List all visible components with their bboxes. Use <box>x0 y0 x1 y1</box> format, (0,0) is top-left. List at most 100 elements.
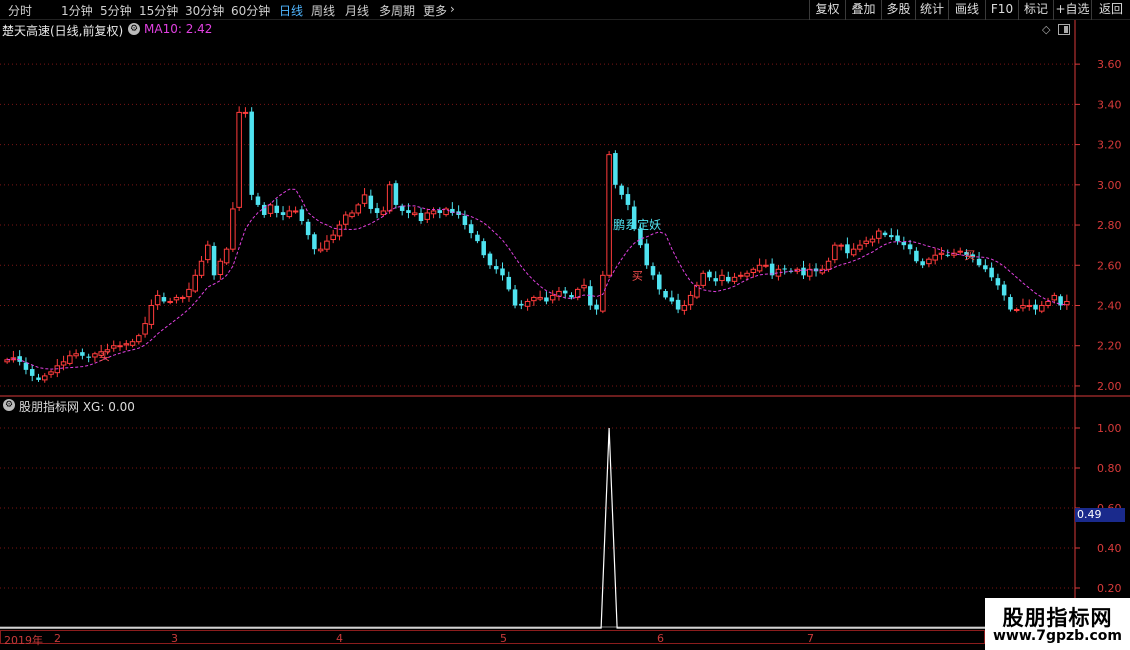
candle-up <box>1045 300 1051 306</box>
candle-down <box>619 185 624 195</box>
kline-chart[interactable]: 鹏系定妖买买买 2.002.202.402.602.803.003.203.40… <box>0 0 1130 650</box>
candle-down <box>299 209 305 222</box>
candle-up <box>731 276 738 282</box>
candle-up <box>763 264 769 267</box>
candle-down <box>374 208 380 213</box>
candle-up <box>148 304 155 325</box>
candle-up <box>292 210 299 213</box>
candle-down <box>889 235 894 238</box>
buy-label: 买 <box>964 249 975 262</box>
candle-up <box>186 288 192 298</box>
candle-down <box>437 210 443 213</box>
candle-up <box>42 375 48 381</box>
candle-down <box>462 215 468 226</box>
candle-up <box>110 345 117 349</box>
candle-down <box>976 258 982 266</box>
xg-indicator-line <box>0 427 1075 629</box>
candle-up <box>850 248 857 256</box>
candle-up <box>531 296 537 302</box>
candle-up <box>869 238 876 243</box>
candle-up <box>67 355 73 364</box>
candle-up <box>700 272 706 286</box>
candle-down <box>983 265 988 270</box>
candle-up <box>1051 294 1058 301</box>
candle-down <box>1008 297 1013 310</box>
candle-up <box>330 234 336 241</box>
candle-up <box>317 248 324 252</box>
candle-up <box>738 274 744 277</box>
candle-up <box>267 204 274 214</box>
indicator-grid <box>0 427 1075 589</box>
date-month-6: 6 <box>657 632 664 645</box>
candle-down <box>211 245 217 276</box>
candle-up <box>1064 300 1070 306</box>
signal-label: 鹏系定妖 <box>613 217 661 232</box>
candle-down <box>500 268 505 276</box>
indicator-tick-label: 0.20 <box>1097 582 1122 595</box>
candle-up <box>380 210 387 216</box>
candle-up <box>123 343 130 346</box>
candle-down <box>487 253 493 266</box>
candle-up <box>361 194 368 204</box>
candle-up <box>606 154 612 276</box>
candle-up <box>60 361 67 366</box>
candle-down <box>1001 284 1007 296</box>
price-axis-ticks: 2.00 2.20 2.40 2.60 2.80 3.00 3.20 3.40 3.60 <box>1075 58 1122 393</box>
date-month-7: 7 <box>807 632 814 645</box>
candle-up <box>857 244 863 250</box>
price-tick-label: 3.60 <box>1097 58 1122 71</box>
date-month-3: 3 <box>171 632 178 645</box>
candle-down <box>17 356 22 362</box>
ma10-polyline <box>7 188 1067 370</box>
candle-down <box>418 212 424 222</box>
date-month-5: 5 <box>500 632 507 645</box>
candle-up <box>875 230 882 239</box>
candle-down <box>613 153 618 185</box>
candle-up <box>1020 304 1026 309</box>
gear-icon[interactable]: ⚙ <box>3 399 15 411</box>
candle-down <box>725 276 731 282</box>
candle-up <box>1039 304 1045 312</box>
candle-down <box>895 235 900 242</box>
candle-down <box>650 266 656 276</box>
candle-down <box>882 232 888 236</box>
candle-up <box>424 212 431 220</box>
candle-up <box>581 284 587 289</box>
candle-down <box>406 210 411 213</box>
indicator-current-value: 0.49 <box>1075 508 1125 522</box>
candle-down <box>989 267 994 278</box>
candle-down <box>249 111 254 195</box>
candle-up <box>524 300 531 307</box>
date-month-2: 2 <box>54 632 61 645</box>
candle-down <box>920 261 925 266</box>
candle-up <box>549 294 556 301</box>
price-tick-label: 3.00 <box>1097 179 1122 192</box>
candle-down <box>845 244 850 254</box>
candle-down <box>506 276 512 290</box>
price-tick-label: 2.00 <box>1097 380 1122 393</box>
candle-up <box>342 214 349 225</box>
candle-up <box>192 274 199 292</box>
candle-down <box>36 377 41 380</box>
candle-up <box>92 353 98 358</box>
date-axis: 2019年 2 3 4 5 6 7 <box>0 630 985 647</box>
candle-up <box>863 240 869 245</box>
candle-down <box>23 362 29 370</box>
candle-up <box>236 111 242 208</box>
candle-down <box>669 297 675 302</box>
candle-up <box>932 254 938 261</box>
xg-line <box>0 427 1075 629</box>
candle-down <box>312 234 317 250</box>
candle-down <box>274 205 280 213</box>
candle-down <box>305 221 311 236</box>
candle-up <box>205 244 211 261</box>
indicator-tick-label: 1.00 <box>1097 422 1122 435</box>
candle-up <box>136 335 142 343</box>
candle-down <box>782 268 787 270</box>
candle-down <box>707 271 712 278</box>
candle-up <box>838 244 844 247</box>
candle-down <box>995 278 1001 286</box>
candle-up <box>198 260 205 276</box>
candle-down <box>945 254 950 256</box>
price-tick-label: 2.20 <box>1097 340 1122 353</box>
